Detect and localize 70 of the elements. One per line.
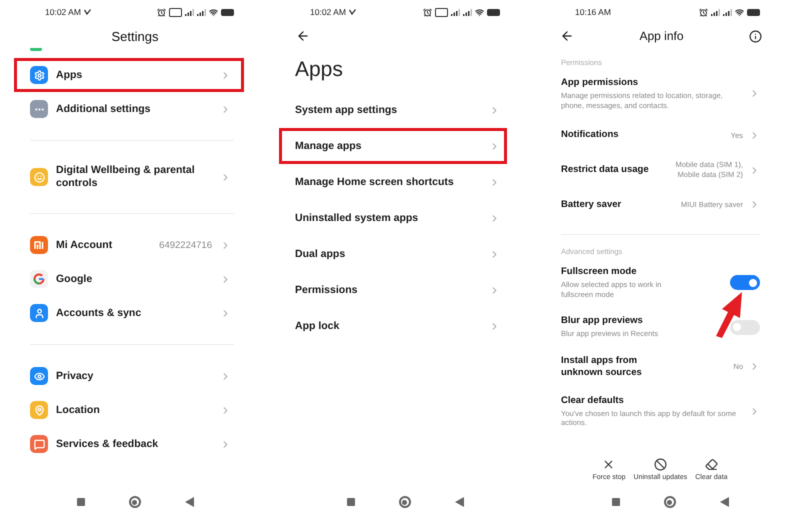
home-button[interactable] [398,496,410,508]
settings-item[interactable]: Additional settings [14,92,244,126]
eye-icon [34,370,44,382]
recents-button[interactable] [612,498,620,506]
settings-item[interactable]: Mi Account 6492224716 [14,228,244,262]
recents-button[interactable] [346,498,354,506]
toggle-switch[interactable] [730,275,760,290]
signal-icon [185,8,194,16]
signal-icon [723,8,732,16]
status-time: 10:02 AM [310,7,346,17]
partial-icon [30,48,42,51]
gear-icon [34,70,44,80]
logo-icon [34,241,44,249]
settings-item[interactable]: Dual apps [279,236,507,272]
settings-item[interactable]: Apps [14,58,244,92]
alarm-icon [157,8,166,16]
setting-title: Install apps from unknown sources [561,354,643,379]
screen-title: Apps [294,57,344,83]
setting-title: Blur app previews [561,315,644,328]
item-value: 6492224716 [159,240,212,250]
settings-item[interactable]: Location [14,393,244,427]
setting-title: App permissions [561,77,640,89]
battery-icon [487,8,500,16]
settings-item[interactable]: App lock [279,308,507,344]
battery-icon [221,8,234,16]
battery-icon [747,8,760,16]
back-arrow-icon[interactable] [560,29,574,43]
alarm-icon [699,8,708,16]
status-time: 10:16 AM [575,7,611,17]
user-icon [34,308,44,318]
setting-title: Notifications [561,129,620,142]
wifi-icon [735,8,744,16]
setting-title: Battery saver [561,198,622,211]
back-button[interactable] [720,497,728,507]
signal-icon [463,8,472,16]
signal-icon [451,8,460,16]
settings-item[interactable]: Services & feedback [14,427,244,461]
block-icon [654,458,667,471]
status-time: 10:02 AM [45,7,81,17]
eraser-icon [704,458,718,471]
alarm-icon [423,8,432,16]
screen-title: Settings [110,28,160,46]
back-button[interactable] [454,497,464,507]
close-icon [602,458,616,471]
back-button[interactable] [184,497,194,507]
settings-item[interactable]: Accounts & sync [14,296,244,330]
settings-item[interactable]: Privacy [14,359,244,393]
settings-item[interactable]: Permissions [279,272,507,308]
setting-title: Restrict data usage [561,164,650,176]
setting-title: Clear defaults [561,394,625,406]
location-icon [34,404,44,416]
wifi-icon [475,8,484,16]
home-button[interactable] [664,496,676,508]
recents-button[interactable] [76,498,84,506]
google-icon [33,273,45,285]
settings-item[interactable]: Google [14,262,244,296]
signal-icon [197,8,206,16]
wifi-icon [209,8,218,16]
settings-item[interactable]: Manage apps [279,128,507,164]
settings-item[interactable]: Manage Home screen shortcuts [279,164,507,200]
toggle-switch[interactable] [730,320,760,335]
message-icon [34,438,44,450]
home-button[interactable] [128,496,140,508]
settings-item[interactable]: Digital Wellbeing & parental controls [14,155,244,199]
setting-title: Fullscreen mode [561,266,638,278]
settings-item[interactable]: Uninstalled system apps [279,200,507,236]
info-icon[interactable] [748,30,762,42]
screen-title: App info [639,29,684,43]
signal-icon [711,8,720,16]
settings-item[interactable]: System app settings [279,92,507,128]
